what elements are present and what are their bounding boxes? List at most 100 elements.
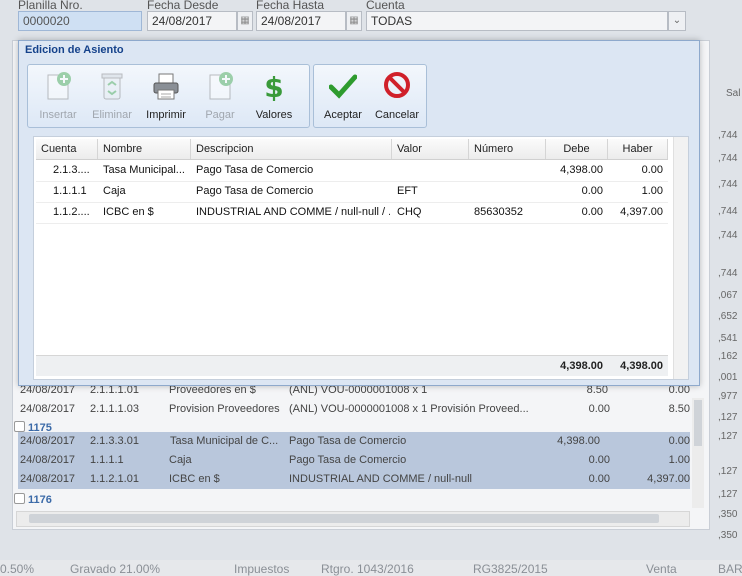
imprimir-button[interactable]: Imprimir	[140, 69, 192, 125]
cuenta-select[interactable]: TODAS	[366, 11, 668, 31]
status-bar: 0.50% Gravado 21.00% Impuestos Rtgro. 10…	[0, 560, 742, 576]
cell-haber: 0.00	[641, 164, 663, 176]
status-item: Venta	[646, 562, 677, 576]
cell-account: 2.1.1.1.03	[90, 403, 139, 415]
cell-description: INDUSTRIAL AND COMME / null-null	[289, 473, 472, 485]
cell-description: Pago Tasa de Comercio	[289, 454, 407, 466]
group-row-1176[interactable]: 1176	[14, 492, 52, 508]
valores-button[interactable]: $ Valores	[248, 69, 300, 125]
cell-date: 24/08/2017	[20, 473, 76, 485]
grid-vertical-scrollbar[interactable]	[673, 137, 688, 379]
horizontal-scrollbar[interactable]	[16, 511, 690, 527]
cell-debe: 0.00	[581, 206, 603, 218]
cancel-icon	[384, 72, 410, 98]
calendar-icon[interactable]: ▦	[346, 11, 362, 31]
table-row[interactable]: 1.1.2.... ICBC en $ INDUSTRIAL AND COMME…	[36, 202, 668, 224]
cell-descripcion: Pago Tasa de Comercio	[196, 185, 314, 197]
column-header-haber[interactable]: Haber	[608, 139, 668, 159]
cell-haber: 8.50	[668, 403, 690, 415]
toolbar-group-confirm: Aceptar Cancelar	[313, 64, 427, 128]
asiento-grid: Cuenta Nombre Descripcion Valor Número D…	[33, 136, 689, 380]
column-header-cuenta[interactable]: Cuenta	[36, 139, 98, 159]
cell-date: 24/08/2017	[20, 403, 76, 415]
column-header-debe[interactable]: Debe	[546, 139, 608, 159]
fecha-desde-input[interactable]: 24/08/2017	[147, 11, 237, 31]
toolbar-group-edit: Insertar Eliminar Imprimir Pagar $ Valor…	[27, 64, 310, 128]
cell-nombre: Caja	[103, 185, 126, 197]
pay-document-icon	[209, 72, 233, 100]
saldo-cell: ,127	[718, 489, 738, 500]
insert-document-icon	[47, 72, 71, 100]
aceptar-label: Aceptar	[324, 109, 362, 121]
status-item: BAR	[718, 562, 742, 576]
table-row[interactable]: 24/08/2017 2.1.3.3.01 Tasa Municipal de …	[18, 432, 690, 451]
eliminar-button[interactable]: Eliminar	[86, 69, 138, 125]
calendar-icon[interactable]: ▦	[237, 11, 253, 31]
scrollbar-thumb[interactable]	[694, 400, 702, 446]
group-label: 1176	[28, 494, 52, 506]
saldo-cell: ,067	[718, 290, 738, 301]
pagar-button[interactable]: Pagar	[194, 69, 246, 125]
status-item: 0.50%	[0, 562, 35, 576]
saldo-cell: ,744	[718, 179, 738, 190]
cell-cuenta: 2.1.3....	[53, 164, 90, 176]
saldo-cell: ,127	[718, 466, 738, 477]
status-item: Impuestos	[234, 562, 290, 576]
table-row[interactable]: 2.1.3.... Tasa Municipal... Pago Tasa de…	[36, 160, 668, 182]
cell-cuenta: 1.1.2....	[53, 206, 90, 218]
saldo-cell: ,541	[718, 333, 738, 344]
table-row[interactable]: 1.1.1.1 Caja Pago Tasa de Comercio EFT 0…	[36, 181, 668, 203]
saldo-cell: ,652	[718, 311, 738, 322]
insertar-button[interactable]: Insertar	[32, 69, 84, 125]
saldo-cell: ,001	[718, 372, 738, 383]
cell-haber: 1.00	[668, 454, 690, 466]
cell-name: Tasa Municipal de C...	[170, 435, 279, 447]
table-row[interactable]: 24/08/2017 1.1.2.1.01 ICBC en $ INDUSTRI…	[18, 470, 690, 489]
dollar-icon: $	[264, 71, 283, 101]
cell-account: 2.1.3.3.01	[90, 435, 139, 447]
cell-debe: 4,398.00	[557, 435, 600, 447]
cell-description: (ANL) VOU-0000001008 x 1 Provisión Prove…	[289, 403, 529, 415]
fecha-hasta-input[interactable]: 24/08/2017	[256, 11, 346, 31]
cell-numero	[474, 181, 544, 202]
cell-debe: 0.00	[588, 473, 610, 485]
saldo-cell: ,744	[718, 268, 738, 279]
total-debe: 4,398.00	[560, 360, 603, 372]
cell-debe: 0.00	[588, 403, 610, 415]
scrollbar-thumb[interactable]	[29, 514, 659, 523]
table-row[interactable]: 24/08/2017 2.1.1.1.03 Provision Proveedo…	[18, 400, 690, 419]
cell-description: Pago Tasa de Comercio	[289, 435, 407, 447]
cell-valor: EFT	[397, 185, 418, 197]
cell-valor: CHQ	[397, 206, 422, 218]
cancelar-button[interactable]: Cancelar	[371, 69, 423, 125]
cell-numero	[474, 160, 544, 181]
column-header-descripcion[interactable]: Descripcion	[191, 139, 392, 159]
status-item: RG3825/2015	[473, 562, 548, 576]
table-row[interactable]: 24/08/2017 1.1.1.1 Caja Pago Tasa de Com…	[18, 451, 690, 470]
column-header-nombre[interactable]: Nombre	[98, 139, 191, 159]
vertical-scrollbar[interactable]	[692, 398, 704, 508]
saldo-header: Sal	[726, 88, 741, 99]
edicion-asiento-dialog: Edicion de Asiento Insertar Eliminar Imp…	[18, 40, 700, 386]
cell-haber: 4,397.00	[647, 473, 690, 485]
cell-numero: 85630352	[474, 206, 523, 218]
group-checkbox[interactable]	[14, 493, 25, 504]
column-header-valor[interactable]: Valor	[392, 139, 469, 159]
cell-debe: 4,398.00	[560, 164, 603, 176]
cancelar-label: Cancelar	[374, 109, 420, 121]
cell-haber: 1.00	[641, 185, 663, 197]
planilla-input[interactable]: 0000020	[18, 11, 142, 31]
chevron-down-icon[interactable]: ⌄	[668, 11, 686, 31]
cell-nombre: Tasa Municipal...	[103, 164, 185, 176]
cell-name: Caja	[169, 454, 192, 466]
eliminar-label: Eliminar	[92, 109, 132, 121]
aceptar-button[interactable]: Aceptar	[317, 69, 369, 125]
cell-date: 24/08/2017	[20, 435, 76, 447]
cell-debe: 0.00	[581, 185, 603, 197]
saldo-cell: ,744	[718, 153, 738, 164]
saldo-cell: ,127	[718, 412, 738, 423]
column-header-numero[interactable]: Número	[469, 139, 546, 159]
saldo-cell: ,744	[718, 206, 738, 217]
saldo-cell: ,127	[718, 431, 738, 442]
group-checkbox[interactable]	[14, 421, 25, 432]
